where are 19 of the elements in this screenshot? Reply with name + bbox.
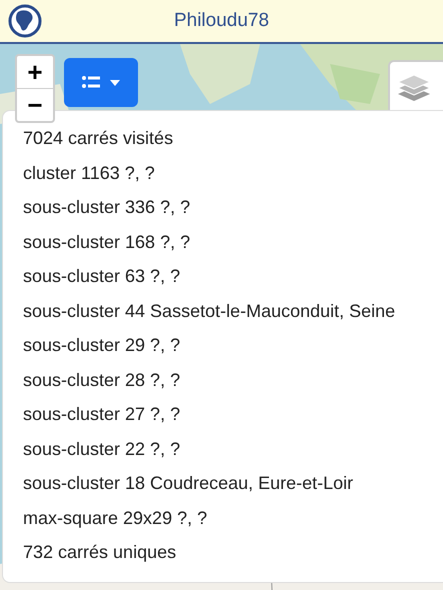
menu-item[interactable]: sous-cluster 336 ?, ? <box>23 195 443 230</box>
menu-item[interactable]: sous-cluster 28 ?, ? <box>23 368 443 402</box>
caret-icon <box>110 80 120 86</box>
header-title: Philoudu78 <box>174 8 270 33</box>
menu-item[interactable]: sous-cluster 29 ?, ? <box>23 333 443 368</box>
menu-item[interactable]: cluster 1163 ?, ? <box>23 160 443 195</box>
menu-item[interactable]: sous-cluster 44 Sassetot-le-Mauconduit, Seine <box>23 298 443 333</box>
list-icon <box>82 76 100 90</box>
list-dropdown-button[interactable] <box>64 58 138 107</box>
menu-item[interactable]: sous-cluster 18 Coudreceau, Eure-et-Loir <box>23 471 443 506</box>
zoom-in-button[interactable]: + <box>17 56 53 89</box>
menu-item[interactable]: max-square 29x29 ?, ? <box>23 506 443 540</box>
menu-item[interactable]: sous-cluster 63 ?, ? <box>23 264 443 298</box>
menu-item[interactable]: sous-cluster 168 ?, ? <box>23 230 443 264</box>
menu-item[interactable]: 7024 carrés visités <box>23 126 443 160</box>
menu-item[interactable]: 732 carrés uniques <box>23 540 443 574</box>
menu-item[interactable]: sous-cluster 27 ?, ? <box>23 402 443 436</box>
menu-item[interactable]: sous-cluster 22 ?, ? <box>23 436 443 471</box>
zoom-out-button[interactable]: − <box>17 89 53 121</box>
